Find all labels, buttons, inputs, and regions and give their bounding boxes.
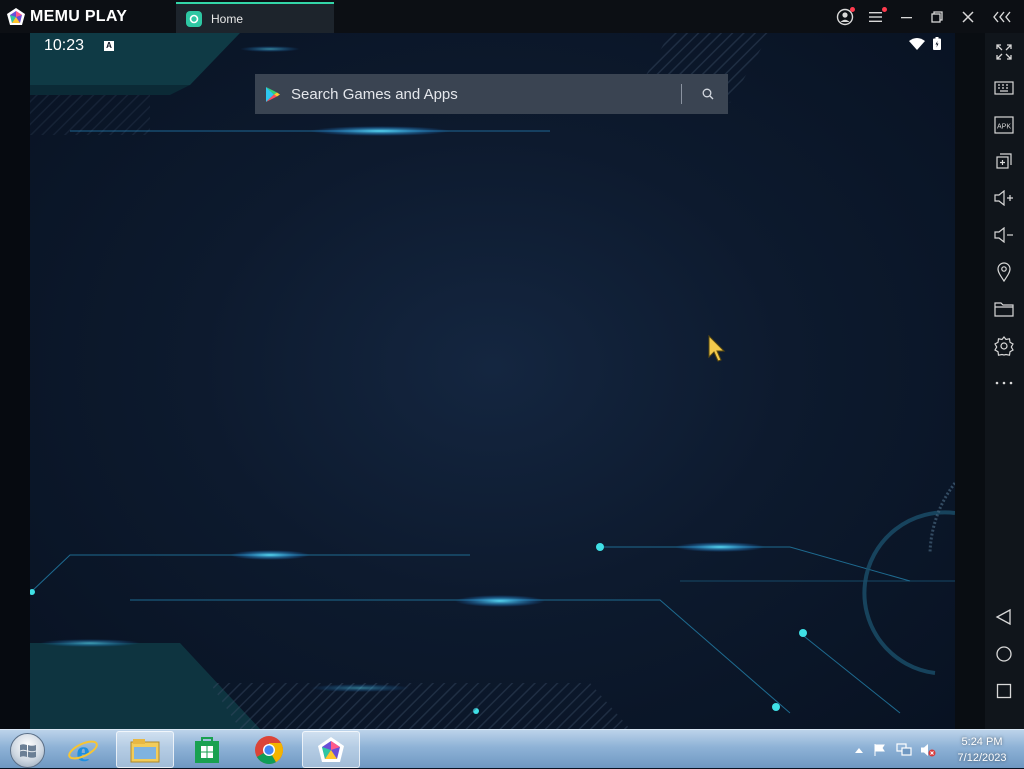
location-button[interactable]	[992, 260, 1016, 284]
app-name: MEMU PLAY	[30, 8, 128, 25]
close-button[interactable]	[956, 6, 980, 28]
volume-up-button[interactable]	[992, 186, 1016, 210]
search-icon	[702, 88, 714, 100]
chevron-up-icon	[855, 747, 863, 753]
windows-logo-icon	[19, 743, 36, 758]
google-play-icon	[266, 86, 280, 102]
left-border	[0, 33, 30, 729]
back-icon	[995, 608, 1011, 626]
system-tray: 5:24 PM 7/12/2023	[850, 730, 1024, 769]
keyboard-icon	[994, 81, 1014, 95]
memu-logo: MEMU PLAY	[6, 7, 127, 27]
multi-instance-button[interactable]	[992, 149, 1016, 173]
taskbar-internet-explorer[interactable]: e	[54, 731, 112, 768]
windows-taskbar: e 5:24 PM 7/12/2023	[0, 729, 1024, 768]
volume-tray[interactable]	[916, 743, 940, 757]
triple-chevron-left-icon	[993, 11, 1011, 23]
internet-explorer-icon: e	[68, 735, 98, 766]
more-button[interactable]	[992, 371, 1016, 395]
search-bar[interactable]: Search Games and Apps	[255, 74, 728, 114]
account-button[interactable]	[833, 6, 857, 28]
close-icon	[962, 11, 974, 23]
recents-icon	[996, 683, 1012, 699]
minimize-button[interactable]	[895, 6, 919, 28]
location-icon	[997, 262, 1011, 282]
clock-date: 7/12/2023	[957, 751, 1007, 764]
taskbar-memu[interactable]	[302, 731, 360, 768]
apk-install-button[interactable]: APK	[992, 113, 1016, 137]
shared-folder-button[interactable]	[992, 297, 1016, 321]
search-divider	[681, 84, 682, 104]
tab-label: Home	[211, 11, 244, 26]
hamburger-icon	[869, 12, 882, 22]
wallpaper	[30, 33, 955, 729]
apk-icon: APK	[994, 116, 1014, 134]
clock-time: 5:24 PM	[961, 735, 1003, 748]
home-icon	[996, 646, 1012, 662]
taskbar-clock[interactable]: 5:24 PM 7/12/2023	[940, 734, 1024, 766]
fullscreen-button[interactable]	[992, 40, 1016, 64]
more-icon	[995, 381, 1013, 385]
status-icons	[909, 37, 941, 50]
wifi-icon	[909, 37, 925, 50]
search-button[interactable]	[696, 82, 720, 106]
volume-muted-icon	[921, 743, 936, 756]
tab-home[interactable]: Home	[176, 2, 334, 33]
battery-icon	[933, 37, 941, 50]
volume-up-icon	[994, 190, 1013, 206]
right-toolbar: APK	[985, 33, 1024, 729]
minimize-icon	[901, 17, 912, 19]
chrome-icon	[255, 735, 283, 764]
folder-icon	[994, 302, 1014, 317]
network-icon	[896, 742, 912, 756]
taskbar-file-explorer[interactable]	[116, 731, 174, 768]
volume-down-button[interactable]	[992, 223, 1016, 247]
volume-down-icon	[994, 227, 1013, 243]
mouse-cursor	[708, 335, 726, 362]
status-time: 10:23	[44, 37, 85, 54]
search-placeholder: Search Games and Apps	[291, 85, 458, 103]
keyboard-button[interactable]	[992, 76, 1016, 100]
store-icon	[195, 736, 219, 763]
android-screen[interactable]: 10:23 A Search Games and Apps	[30, 33, 955, 729]
menu-button[interactable]	[864, 6, 888, 28]
home-tab-icon	[186, 10, 202, 27]
restore-button[interactable]	[925, 6, 949, 28]
action-center-tray[interactable]	[868, 743, 892, 757]
show-hidden-icons-button[interactable]	[850, 747, 868, 753]
settings-button[interactable]	[992, 334, 1016, 358]
memu-app-icon	[318, 736, 344, 762]
back-button[interactable]	[992, 605, 1016, 629]
title-bar: MEMU PLAY Home	[0, 0, 1024, 33]
add-window-icon	[996, 153, 1012, 169]
flag-icon	[874, 743, 885, 756]
frame-border	[955, 33, 985, 729]
svg-text:e: e	[76, 735, 89, 766]
folder-explorer-icon	[130, 738, 160, 762]
fullscreen-icon	[996, 44, 1012, 60]
home-button[interactable]	[992, 642, 1016, 666]
taskbar-store[interactable]	[178, 731, 236, 768]
recents-button[interactable]	[992, 679, 1016, 703]
memu-logo-icon	[7, 8, 25, 25]
start-button[interactable]	[10, 733, 45, 768]
taskbar-chrome[interactable]	[240, 731, 298, 768]
restore-icon	[931, 11, 943, 23]
network-tray[interactable]	[892, 742, 916, 757]
collapse-sidebar-button[interactable]	[991, 6, 1015, 28]
settings-icon	[994, 336, 1014, 356]
apk-text: APK	[997, 124, 1011, 131]
notification-a-icon: A	[104, 41, 114, 51]
